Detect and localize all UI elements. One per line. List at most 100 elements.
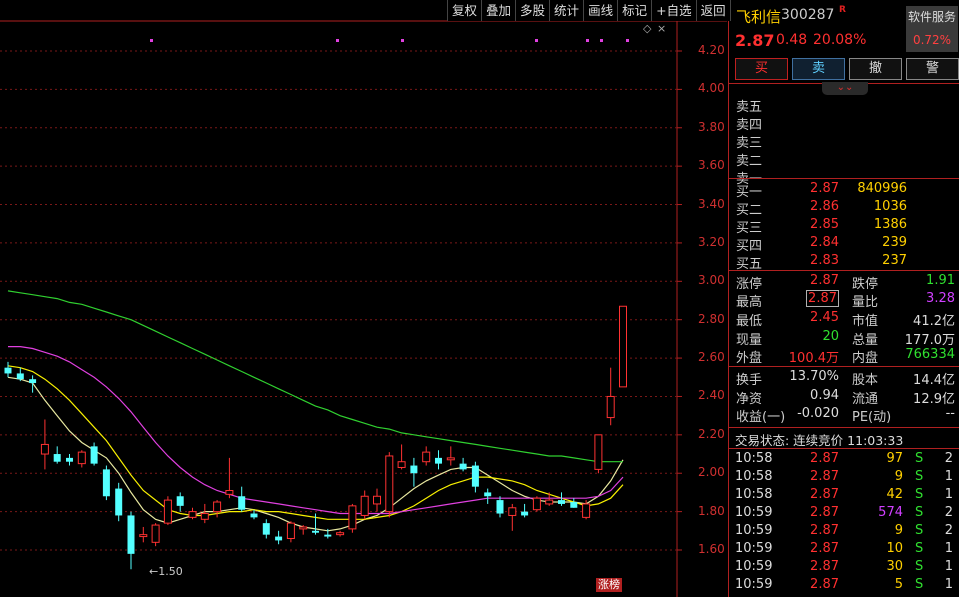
- tick-count: 2: [944, 505, 953, 520]
- candle-body: [336, 532, 345, 536]
- tick-price: 2.87: [810, 487, 839, 502]
- y-tick-label: 3.00: [698, 273, 725, 288]
- buy-button[interactable]: 买: [735, 58, 788, 80]
- sell5-label: 卖五: [736, 100, 763, 115]
- draw-line-button[interactable]: 画线: [583, 0, 618, 21]
- candle-body: [422, 451, 431, 463]
- candle-body: [435, 457, 442, 464]
- buy2-price: 2.86: [810, 199, 839, 214]
- statistics-button[interactable]: 统计: [549, 0, 584, 21]
- candle-body: [275, 536, 283, 541]
- tick-price: 2.87: [810, 451, 839, 466]
- last-price: 2.87: [735, 31, 775, 50]
- limit-up-badge[interactable]: 涨榜: [596, 578, 622, 592]
- outer-volume-value: 100.4万: [788, 351, 839, 366]
- candle-body: [176, 496, 184, 506]
- multi-stock-button[interactable]: 多股: [515, 0, 550, 21]
- candle-body: [213, 501, 222, 513]
- outer-volume-label: 外盘: [736, 351, 763, 366]
- moving-average-line: [7, 290, 623, 463]
- buy3-volume: 1386: [873, 217, 907, 232]
- tick-price: 2.87: [810, 541, 839, 556]
- buy4-volume: 239: [882, 235, 907, 250]
- tick-time: 10:59: [735, 577, 773, 592]
- expand-chevron-icon[interactable]: ⌄⌄: [822, 82, 868, 95]
- candle-body: [594, 434, 603, 470]
- add-watchlist-button[interactable]: +自选: [651, 0, 696, 21]
- candle-body: [188, 511, 197, 518]
- tick-count: 1: [944, 469, 953, 484]
- y-tick-label: 1.60: [698, 542, 725, 556]
- tick-volume: 9: [894, 523, 903, 538]
- event-marker: [150, 39, 153, 42]
- candle-body: [163, 499, 172, 524]
- cancel-order-button[interactable]: 撤: [849, 58, 902, 80]
- candle-body: [53, 454, 61, 462]
- limit-down-value: 1.91: [926, 273, 955, 288]
- buy2-label: 买二: [736, 203, 763, 218]
- candle-body: [558, 500, 565, 504]
- divider: [729, 427, 959, 428]
- diamond-icon[interactable]: ◇: [643, 22, 651, 35]
- stock-flag: R: [839, 5, 846, 15]
- limit-up-value: 2.87: [810, 273, 839, 288]
- candle-body: [200, 513, 209, 520]
- candle-body: [606, 395, 615, 419]
- y-tick-label: 2.80: [698, 311, 725, 326]
- inner-volume-value: 766334: [905, 347, 955, 362]
- tick-direction: S: [915, 451, 924, 466]
- restore-rights-button[interactable]: 复权: [447, 0, 482, 21]
- buy3-price: 2.85: [810, 217, 839, 232]
- eps-value: -0.020: [797, 406, 839, 421]
- event-marker: [586, 39, 589, 42]
- share-capital-value: 14.4亿: [913, 373, 955, 388]
- trade-status: 交易状态: 连续竞价 11:03:33: [735, 433, 904, 448]
- tick-price: 2.87: [810, 559, 839, 574]
- buy2-volume: 1036: [873, 199, 907, 214]
- divider: [729, 366, 959, 367]
- close-icon[interactable]: ×: [657, 22, 666, 35]
- net-assets-value: 0.94: [810, 388, 839, 403]
- divider: [729, 178, 959, 179]
- y-tick-label: 3.20: [698, 234, 725, 249]
- tick-time: 10:59: [735, 559, 773, 574]
- sell-button[interactable]: 卖: [792, 58, 845, 80]
- current-volume-value: 20: [822, 329, 839, 344]
- candle-body: [545, 499, 554, 505]
- candle-body: [225, 490, 234, 495]
- buy3-label: 买三: [736, 221, 763, 236]
- y-tick-label: 4.00: [698, 81, 725, 96]
- event-marker: [336, 39, 339, 42]
- sell3-label: 卖三: [736, 136, 763, 151]
- turnover-value: 13.70%: [789, 369, 839, 384]
- candle-body: [151, 524, 160, 543]
- sector-change: 0.72%: [912, 33, 952, 47]
- tick-time: 10:59: [735, 541, 773, 556]
- candle-body: [619, 305, 627, 388]
- sector-label: 软件服务: [907, 10, 956, 24]
- y-tick-label: 3.40: [698, 196, 725, 211]
- tick-count: 2: [944, 451, 953, 466]
- kline-svg[interactable]: [0, 0, 727, 597]
- back-button[interactable]: 返回: [695, 0, 731, 21]
- kline-chart[interactable]: 复权 叠加 多股 统计 画线 标记 +自选 返回 ◇ × 4.20 4.00 3.8…: [0, 0, 731, 597]
- overlay-button[interactable]: 叠加: [481, 0, 516, 21]
- float-shares-label: 流通: [852, 392, 879, 407]
- stock-code: 300287: [781, 7, 835, 23]
- sector-button[interactable]: 软件服务 0.72%: [906, 6, 958, 52]
- candle-body: [115, 488, 123, 516]
- tick-volume: 10: [886, 541, 903, 556]
- tick-direction: S: [915, 541, 924, 556]
- alert-button[interactable]: 警: [906, 58, 959, 80]
- y-tick-label: 2.20: [698, 426, 725, 441]
- tick-direction: S: [915, 559, 924, 574]
- tick-volume: 97: [886, 451, 903, 466]
- limit-up-label: 涨停: [736, 277, 763, 292]
- candle-body: [139, 534, 148, 538]
- candle-body: [348, 505, 357, 530]
- candle-body: [40, 443, 49, 455]
- mark-button[interactable]: 标记: [617, 0, 652, 21]
- turnover-label: 换手: [736, 373, 763, 388]
- tick-time: 10:58: [735, 451, 773, 466]
- tick-volume: 30: [886, 559, 903, 574]
